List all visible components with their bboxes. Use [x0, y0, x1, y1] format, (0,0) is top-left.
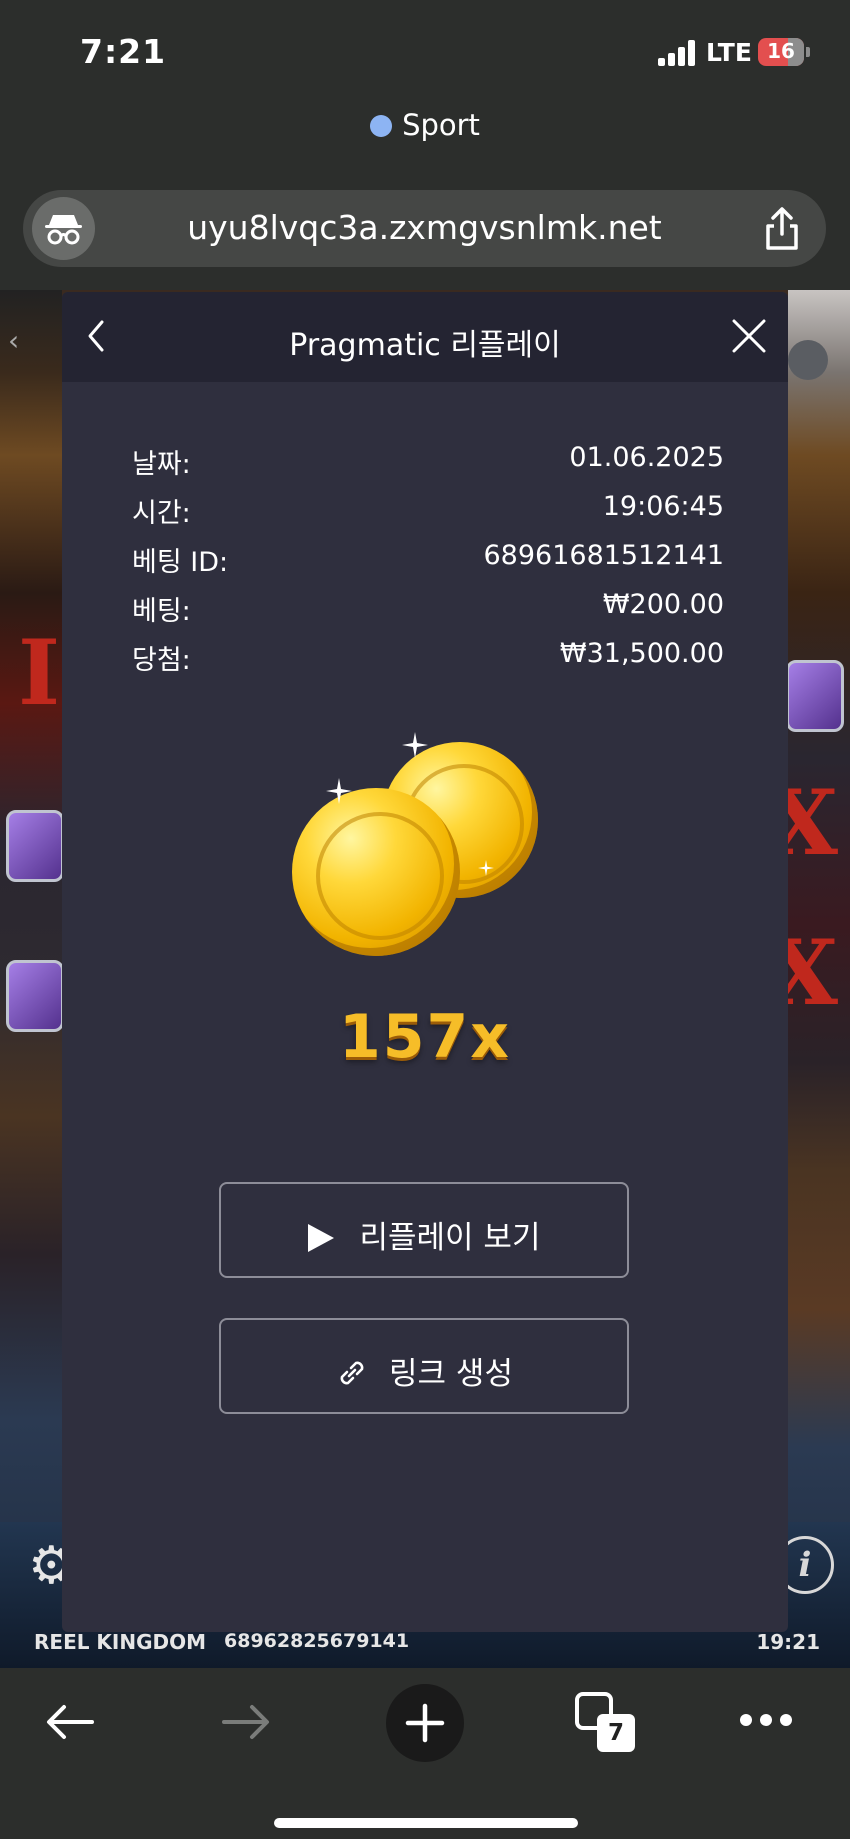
bet-info-list: 날짜: 01.06.2025 시간: 19:06:45 베팅 ID: 68961… — [132, 442, 724, 687]
tab-count: 7 — [597, 1714, 635, 1752]
bet-label: 베팅: — [132, 596, 191, 627]
game-menu-icon — [788, 340, 828, 380]
tab-group-dot-icon — [370, 115, 393, 137]
bet-value: ₩200.00 — [602, 589, 724, 620]
forward-button[interactable] — [220, 1700, 272, 1744]
link-icon — [340, 1361, 364, 1385]
time-label: 시간: — [132, 498, 191, 529]
game-symbol-red: I — [18, 620, 61, 726]
status-bar: 7:21 LTE 16 — [0, 0, 850, 110]
arrow-left-icon — [47, 1705, 94, 1739]
address-bar[interactable]: uyu8lvqc3a.zxmgvsnlmk.net — [23, 190, 826, 267]
back-button[interactable] — [44, 1700, 96, 1744]
browser-toolbar: 7 — [0, 1668, 850, 1839]
plus-icon — [405, 1703, 445, 1743]
watch-replay-label: 리플레이 보기 — [359, 1220, 541, 1256]
close-icon — [732, 319, 766, 353]
game-clock: 19:21 — [756, 1630, 820, 1654]
game-back-icon: ‹ — [8, 324, 20, 357]
private-browsing-button[interactable] — [32, 197, 95, 260]
battery-level: 16 — [767, 39, 795, 63]
panel-header: Pragmatic 리플레이 — [62, 292, 788, 382]
info-row-date: 날짜: 01.06.2025 — [132, 442, 724, 491]
share-button[interactable] — [760, 206, 804, 252]
scarab-symbol-icon — [6, 810, 64, 882]
win-multiplier: 157x — [339, 1002, 511, 1072]
tab-group-title[interactable]: Sport — [0, 108, 850, 142]
signal-icon — [658, 40, 696, 66]
info-row-win: 당첨: ₩31,500.00 — [132, 638, 724, 687]
incognito-icon — [45, 215, 82, 245]
replay-panel: Pragmatic 리플레이 날짜: 01.06.2025 시간: 19:06:… — [62, 292, 788, 1632]
panel-close-button[interactable] — [726, 312, 772, 360]
panel-back-button[interactable] — [76, 312, 116, 360]
scarab-symbol-icon — [786, 660, 844, 732]
info-row-time: 시간: 19:06:45 — [132, 491, 724, 540]
sparkle-icon — [478, 860, 494, 876]
date-label: 날짜: — [132, 449, 191, 480]
info-row-bet: 베팅: ₩200.00 — [132, 589, 724, 638]
tab-group-label: Sport — [402, 108, 480, 142]
info-row-bet-id: 베팅 ID: 68961681512141 — [132, 540, 724, 589]
provider-name: REEL KINGDOM — [34, 1630, 207, 1654]
bet-id-label: 베팅 ID: — [132, 547, 229, 578]
win-value: ₩31,500.00 — [559, 638, 724, 669]
sparkle-icon — [326, 778, 352, 804]
win-label: 당첨: — [132, 645, 191, 676]
url-text[interactable]: uyu8lvqc3a.zxmgvsnlmk.net — [123, 208, 726, 247]
chevron-left-icon — [88, 320, 104, 352]
more-button[interactable] — [740, 1714, 792, 1728]
sparkle-icon — [402, 732, 428, 758]
arrow-right-icon — [222, 1705, 269, 1739]
round-id: 68962825679141 — [224, 1630, 410, 1652]
create-link-button[interactable]: 링크 생성 — [219, 1318, 629, 1414]
time-value: 19:06:45 — [602, 491, 724, 522]
home-indicator — [274, 1818, 578, 1828]
panel-title: Pragmatic 리플레이 — [289, 328, 561, 363]
tabs-button[interactable]: 7 — [575, 1692, 635, 1752]
share-icon — [766, 207, 798, 250]
new-tab-button[interactable] — [386, 1684, 464, 1762]
bet-id-value: 68961681512141 — [483, 540, 725, 571]
play-icon — [307, 1224, 334, 1252]
scarab-symbol-icon — [6, 960, 64, 1032]
battery-cap — [806, 47, 810, 57]
create-link-label: 링크 생성 — [389, 1356, 513, 1392]
watch-replay-button[interactable]: 리플레이 보기 — [219, 1182, 629, 1278]
coins-icon — [292, 732, 552, 972]
date-value: 01.06.2025 — [569, 442, 724, 473]
status-time: 7:21 — [80, 32, 167, 71]
carrier-label: LTE — [706, 38, 752, 67]
battery-icon: 16 — [758, 38, 804, 66]
